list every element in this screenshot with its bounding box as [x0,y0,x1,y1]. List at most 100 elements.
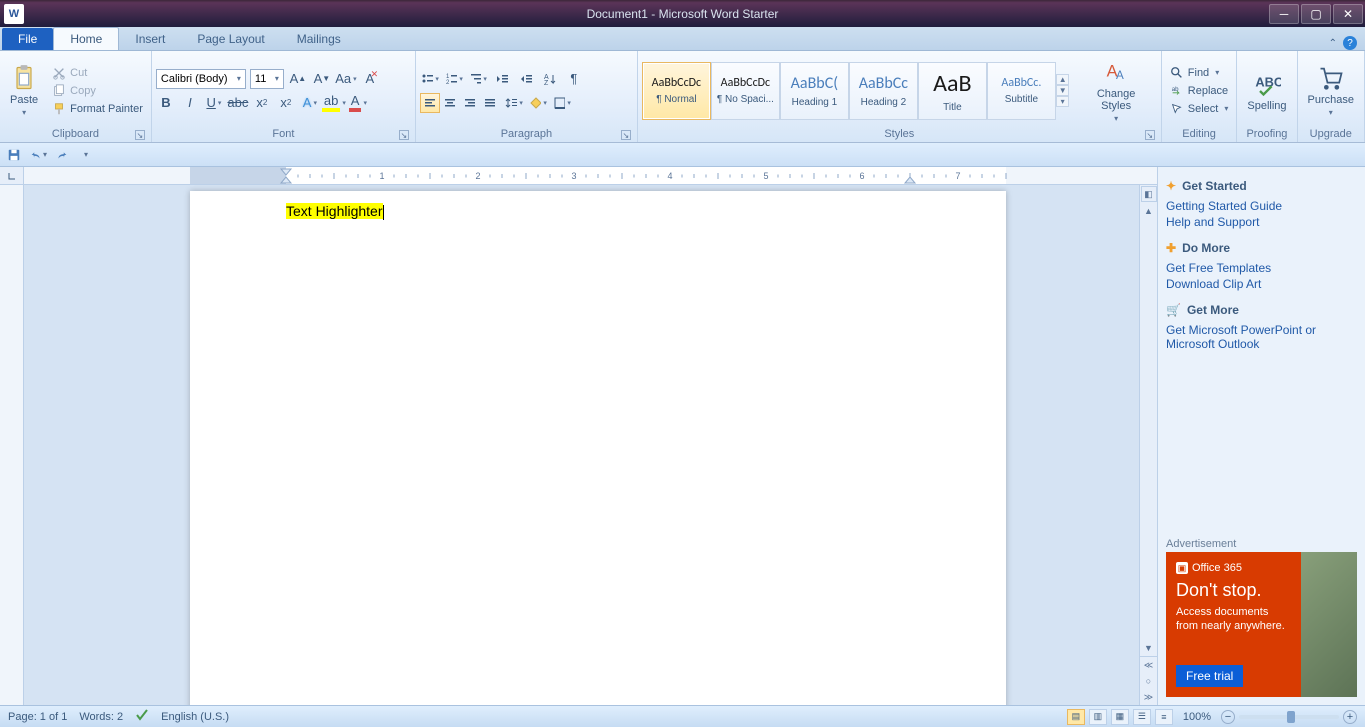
shading-button[interactable] [528,93,548,113]
maximize-button[interactable]: ▢ [1301,4,1331,24]
change-styles-button[interactable]: AA Change Styles▾ [1075,56,1156,125]
underline-button[interactable]: U [204,93,224,113]
bold-button[interactable]: B [156,93,176,113]
font-name-combo[interactable]: Calibri (Body)▾ [156,69,246,89]
tab-file[interactable]: File [2,28,53,50]
draft-view-button[interactable]: ≡ [1155,709,1173,725]
multilevel-list-button[interactable] [468,69,488,89]
font-dialog-launcher[interactable]: ↘ [399,130,409,140]
document-text[interactable]: Text Highlighter [286,203,384,220]
outline-view-button[interactable]: ☰ [1133,709,1151,725]
tab-insert[interactable]: Insert [119,28,181,50]
ruler-toggle-button[interactable]: ◧ [1141,186,1157,202]
bullets-button[interactable] [420,69,440,89]
highlight-button[interactable]: ab [324,93,344,113]
italic-button[interactable]: I [180,93,200,113]
domore-link-0[interactable]: Get Free Templates [1166,261,1357,275]
clear-formatting-button[interactable]: A✕ [360,69,380,89]
tab-home[interactable]: Home [53,27,119,50]
cut-button[interactable]: Cut [48,65,147,81]
tab-page-layout[interactable]: Page Layout [181,28,280,50]
page[interactable]: Text Highlighter [190,191,1006,705]
numbering-button[interactable]: 12 [444,69,464,89]
font-size-combo[interactable]: 11▾ [250,69,284,89]
tab-mailings[interactable]: Mailings [281,28,357,50]
select-button[interactable]: Select▾ [1166,101,1233,117]
copy-button[interactable]: Copy [48,83,147,99]
minimize-ribbon-icon[interactable]: ⌃ [1329,38,1337,49]
change-case-button[interactable]: Aa [336,69,356,89]
align-right-button[interactable] [460,93,480,113]
ad-banner[interactable]: ▣Office 365 Don't stop. Access documents… [1166,552,1357,697]
next-page-button[interactable]: ≫ [1141,689,1157,705]
format-painter-button[interactable]: Format Painter [48,101,147,117]
align-center-button[interactable] [440,93,460,113]
word-count[interactable]: Words: 2 [79,711,123,723]
increase-indent-button[interactable] [516,69,536,89]
horizontal-ruler[interactable]: 12345678 [24,167,1157,185]
grow-font-button[interactable]: A▲ [288,69,308,89]
spelling-button[interactable]: ABC Spelling [1241,68,1292,114]
save-button[interactable] [4,145,24,165]
show-hide-button[interactable]: ¶ [564,69,584,89]
proofing-status-icon[interactable] [135,708,149,725]
purchase-button[interactable]: Purchase▾ [1302,62,1360,119]
font-color-button[interactable]: A [348,93,368,113]
tab-selector[interactable] [0,167,24,185]
decrease-indent-button[interactable] [492,69,512,89]
text-effects-button[interactable]: A [300,93,320,113]
scroll-up-button[interactable]: ▲ [1141,203,1157,219]
sort-button[interactable]: AZ [540,69,560,89]
paste-button[interactable]: Paste ▾ [4,62,44,119]
find-button[interactable]: Find▾ [1166,65,1233,81]
prev-page-button[interactable]: ≪ [1141,657,1157,673]
document-canvas[interactable]: Text Highlighter [24,185,1139,705]
clipboard-dialog-launcher[interactable]: ↘ [135,130,145,140]
zoom-out-button[interactable]: − [1221,710,1235,724]
scroll-down-button[interactable]: ▼ [1141,640,1157,656]
full-screen-view-button[interactable]: ▥ [1089,709,1107,725]
getstarted-link-0[interactable]: Getting Started Guide [1166,199,1357,213]
print-layout-view-button[interactable]: ▤ [1067,709,1085,725]
redo-button[interactable] [52,145,72,165]
web-layout-view-button[interactable]: ▦ [1111,709,1129,725]
style---no-spaci---[interactable]: AaBbCcDc¶ No Spaci... [711,62,780,120]
style-heading-1[interactable]: AaBbC(Heading 1 [780,62,849,120]
align-left-button[interactable] [420,93,440,113]
styles-dialog-launcher[interactable]: ↘ [1145,130,1155,140]
getstarted-link-1[interactable]: Help and Support [1166,215,1357,229]
shrink-font-button[interactable]: A▼ [312,69,332,89]
style-heading-2[interactable]: AaBbCcHeading 2 [849,62,918,120]
gallery-down-button[interactable]: ▼ [1056,85,1070,96]
domore-link-1[interactable]: Download Clip Art [1166,277,1357,291]
browse-object-button[interactable]: ○ [1141,673,1157,689]
style-subtitle[interactable]: AaBbCc.Subtitle [987,62,1056,120]
style---normal[interactable]: AaBbCcDc¶ Normal [642,62,711,120]
superscript-button[interactable]: x2 [276,93,296,113]
ad-cta-button[interactable]: Free trial [1176,665,1243,687]
zoom-level[interactable]: 100% [1183,711,1211,723]
undo-button[interactable]: ▾ [28,145,48,165]
page-status[interactable]: Page: 1 of 1 [8,711,67,723]
paragraph-dialog-launcher[interactable]: ↘ [621,130,631,140]
gallery-more-button[interactable]: ▾ [1056,96,1070,107]
borders-button[interactable] [552,93,572,113]
close-button[interactable]: ✕ [1333,4,1363,24]
language-status[interactable]: English (U.S.) [161,711,229,723]
qat-customize-button[interactable]: ▾ [76,145,96,165]
style-title[interactable]: AaBTitle [918,62,987,120]
minimize-button[interactable]: ─ [1269,4,1299,24]
strikethrough-button[interactable]: abc [228,93,248,113]
vertical-ruler[interactable] [0,185,24,705]
subscript-button[interactable]: x2 [252,93,272,113]
getmore-link-0[interactable]: Get Microsoft PowerPoint or Microsoft Ou… [1166,323,1357,351]
svg-text:A: A [1116,69,1124,82]
replace-button[interactable]: abReplace [1166,83,1233,99]
line-spacing-button[interactable] [504,93,524,113]
zoom-slider[interactable] [1239,715,1339,719]
vertical-scrollbar[interactable]: ◧ ▲ ▼ ≪ ○ ≫ [1139,185,1157,705]
gallery-up-button[interactable]: ▲ [1056,74,1070,85]
help-icon[interactable]: ? [1343,36,1357,50]
justify-button[interactable] [480,93,500,113]
zoom-in-button[interactable]: + [1343,710,1357,724]
